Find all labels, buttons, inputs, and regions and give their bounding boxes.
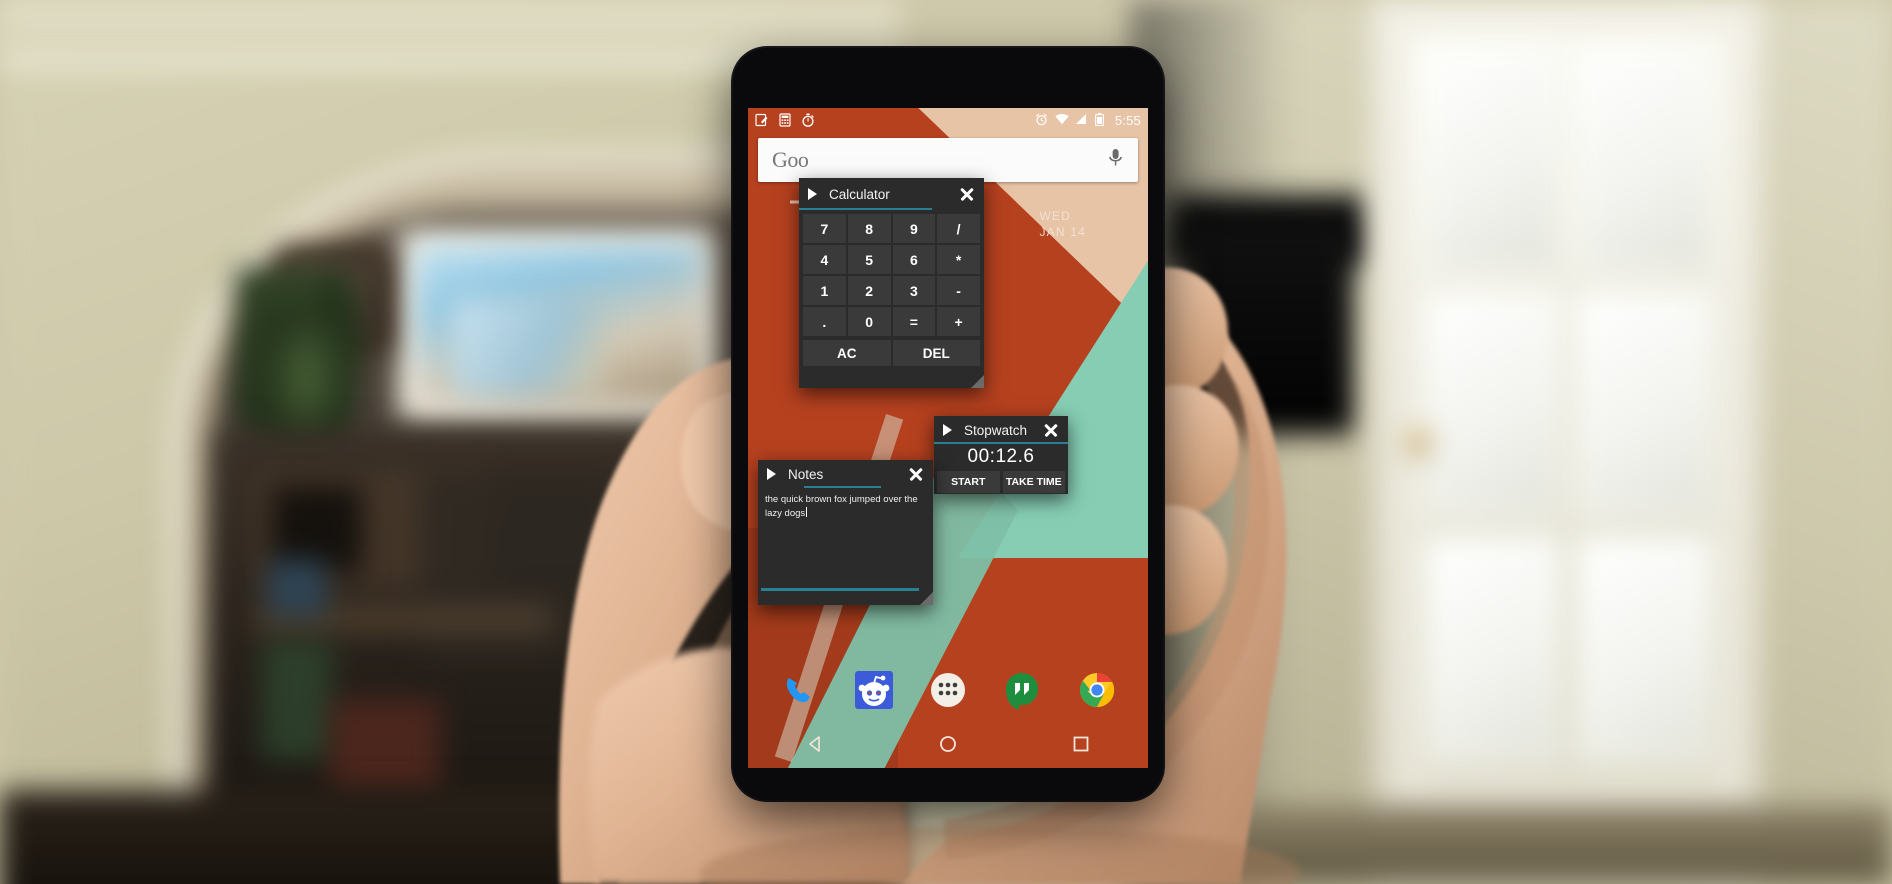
- status-bar: 5:55: [748, 108, 1148, 132]
- notes-text-area[interactable]: the quick brown fox jumped over the lazy…: [758, 488, 933, 593]
- room-floor-right: [1130, 806, 1892, 884]
- nav-home-button[interactable]: [933, 729, 963, 759]
- stopwatch-window-title: Stopwatch: [964, 422, 1028, 438]
- calculator-window-header[interactable]: Calculator: [799, 178, 984, 210]
- signal-icon: [1075, 113, 1089, 127]
- stopwatch-controls: START TAKE TIME: [934, 471, 1068, 497]
- dock-icon-reddit[interactable]: [852, 668, 896, 712]
- date-widget[interactable]: WED JAN 14: [1039, 208, 1086, 240]
- room-red-object: [330, 700, 440, 795]
- room-green-object: [262, 640, 332, 760]
- calc-key-2[interactable]: 2: [847, 276, 891, 305]
- phone-screen: WED JAN 14 Goo 5:55 Calculator 7 8 9 / 4…: [748, 108, 1148, 768]
- notes-notification-icon: [755, 113, 769, 127]
- calc-key-1[interactable]: 1: [803, 276, 846, 305]
- microphone-icon[interactable]: [1107, 148, 1124, 172]
- status-bar-system-icons: 5:55: [1035, 113, 1141, 128]
- room-window-glare: [452, 300, 602, 395]
- calculator-window-title: Calculator: [829, 186, 890, 202]
- calculator-keypad: 7 8 9 / 4 5 6 * 1 2 3 - . 0 = +: [799, 210, 984, 338]
- door-pane-1: [1424, 48, 1562, 276]
- calculator-window[interactable]: Calculator 7 8 9 / 4 5 6 * 1 2 3 - . 0 =: [799, 178, 984, 388]
- calc-key-equals[interactable]: =: [892, 307, 936, 336]
- status-bar-notifications: [755, 113, 815, 127]
- calc-key-delete[interactable]: DEL: [892, 340, 980, 366]
- text-caret: [806, 506, 808, 517]
- calc-key-decimal[interactable]: .: [803, 307, 846, 336]
- room-floor-left: [0, 790, 900, 884]
- notes-window[interactable]: Notes the quick brown fox jumped over th…: [758, 460, 933, 605]
- calc-key-4[interactable]: 4: [803, 245, 846, 274]
- notes-close-icon[interactable]: [908, 466, 924, 482]
- stopwatch-take-time-button[interactable]: TAKE TIME: [1002, 471, 1065, 493]
- door-pane-6: [1576, 536, 1714, 764]
- notes-window-title: Notes: [788, 466, 824, 482]
- calc-key-plus[interactable]: +: [937, 307, 980, 336]
- door-knob: [1405, 430, 1431, 456]
- calc-key-7[interactable]: 7: [803, 214, 846, 243]
- calc-key-8[interactable]: 8: [847, 214, 891, 243]
- dock-icon-chrome[interactable]: [1075, 668, 1119, 712]
- calc-key-minus[interactable]: -: [937, 276, 980, 305]
- calc-key-divide[interactable]: /: [937, 214, 980, 243]
- stopwatch-window[interactable]: Stopwatch 00:12.6 START TAKE TIME: [934, 416, 1068, 494]
- stopwatch-elapsed-time: 00:12.6: [967, 446, 1035, 467]
- stopwatch-accent-underline: [934, 441, 1068, 444]
- notes-accent-footer: [761, 588, 919, 591]
- calculator-close-icon[interactable]: [959, 186, 975, 202]
- stopwatch-window-header[interactable]: Stopwatch: [934, 416, 1068, 444]
- dock-icon-app-drawer[interactable]: [926, 668, 970, 712]
- calc-key-all-clear[interactable]: AC: [803, 340, 891, 366]
- alarm-icon: [1035, 113, 1049, 127]
- calc-key-9[interactable]: 9: [892, 214, 936, 243]
- stopwatch-notification-icon: [801, 113, 815, 127]
- battery-icon: [1094, 113, 1109, 127]
- calculator-accent-underline: [799, 207, 933, 210]
- door-pane-3: [1424, 292, 1562, 520]
- calc-key-0[interactable]: 0: [847, 307, 891, 336]
- calculator-resize-handle[interactable]: [971, 375, 984, 388]
- calc-key-5[interactable]: 5: [847, 245, 891, 274]
- door-pane-4: [1576, 292, 1714, 520]
- calc-key-multiply[interactable]: *: [937, 245, 980, 274]
- door-pane-5: [1424, 536, 1562, 764]
- calc-key-6[interactable]: 6: [892, 245, 936, 274]
- date-widget-day: WED: [1039, 209, 1072, 223]
- room-tv: [1180, 225, 1355, 435]
- nav-back-button[interactable]: [800, 729, 830, 759]
- calculator-action-row: AC DEL: [799, 338, 984, 371]
- phone-device: WED JAN 14 Goo 5:55 Calculator 7 8 9 / 4…: [733, 48, 1163, 800]
- status-bar-clock: 5:55: [1114, 112, 1141, 128]
- notes-resize-handle[interactable]: [920, 592, 933, 605]
- expand-triangle-icon[interactable]: [808, 188, 817, 200]
- google-search-bar[interactable]: Goo: [758, 138, 1138, 182]
- notes-text-content: the quick brown fox jumped over the lazy…: [765, 494, 918, 519]
- room-blue-object: [268, 560, 326, 616]
- expand-triangle-icon[interactable]: [767, 468, 776, 480]
- stopwatch-close-icon[interactable]: [1043, 422, 1059, 438]
- door-pane-2: [1576, 48, 1714, 276]
- google-logo: Goo: [772, 147, 809, 172]
- dock-icon-hangouts[interactable]: [1000, 668, 1044, 712]
- nav-recents-button[interactable]: [1066, 729, 1096, 759]
- stopwatch-start-button[interactable]: START: [937, 471, 1000, 493]
- expand-triangle-icon[interactable]: [943, 424, 952, 436]
- wifi-icon: [1055, 113, 1069, 127]
- notes-window-header[interactable]: Notes: [758, 460, 933, 488]
- calc-key-3[interactable]: 3: [892, 276, 936, 305]
- date-widget-date: JAN 14: [1039, 225, 1086, 239]
- home-screen-dock: [748, 668, 1148, 712]
- dock-icon-phone[interactable]: [777, 668, 821, 712]
- navigation-bar: [748, 720, 1148, 768]
- calculator-notification-icon: [778, 113, 792, 127]
